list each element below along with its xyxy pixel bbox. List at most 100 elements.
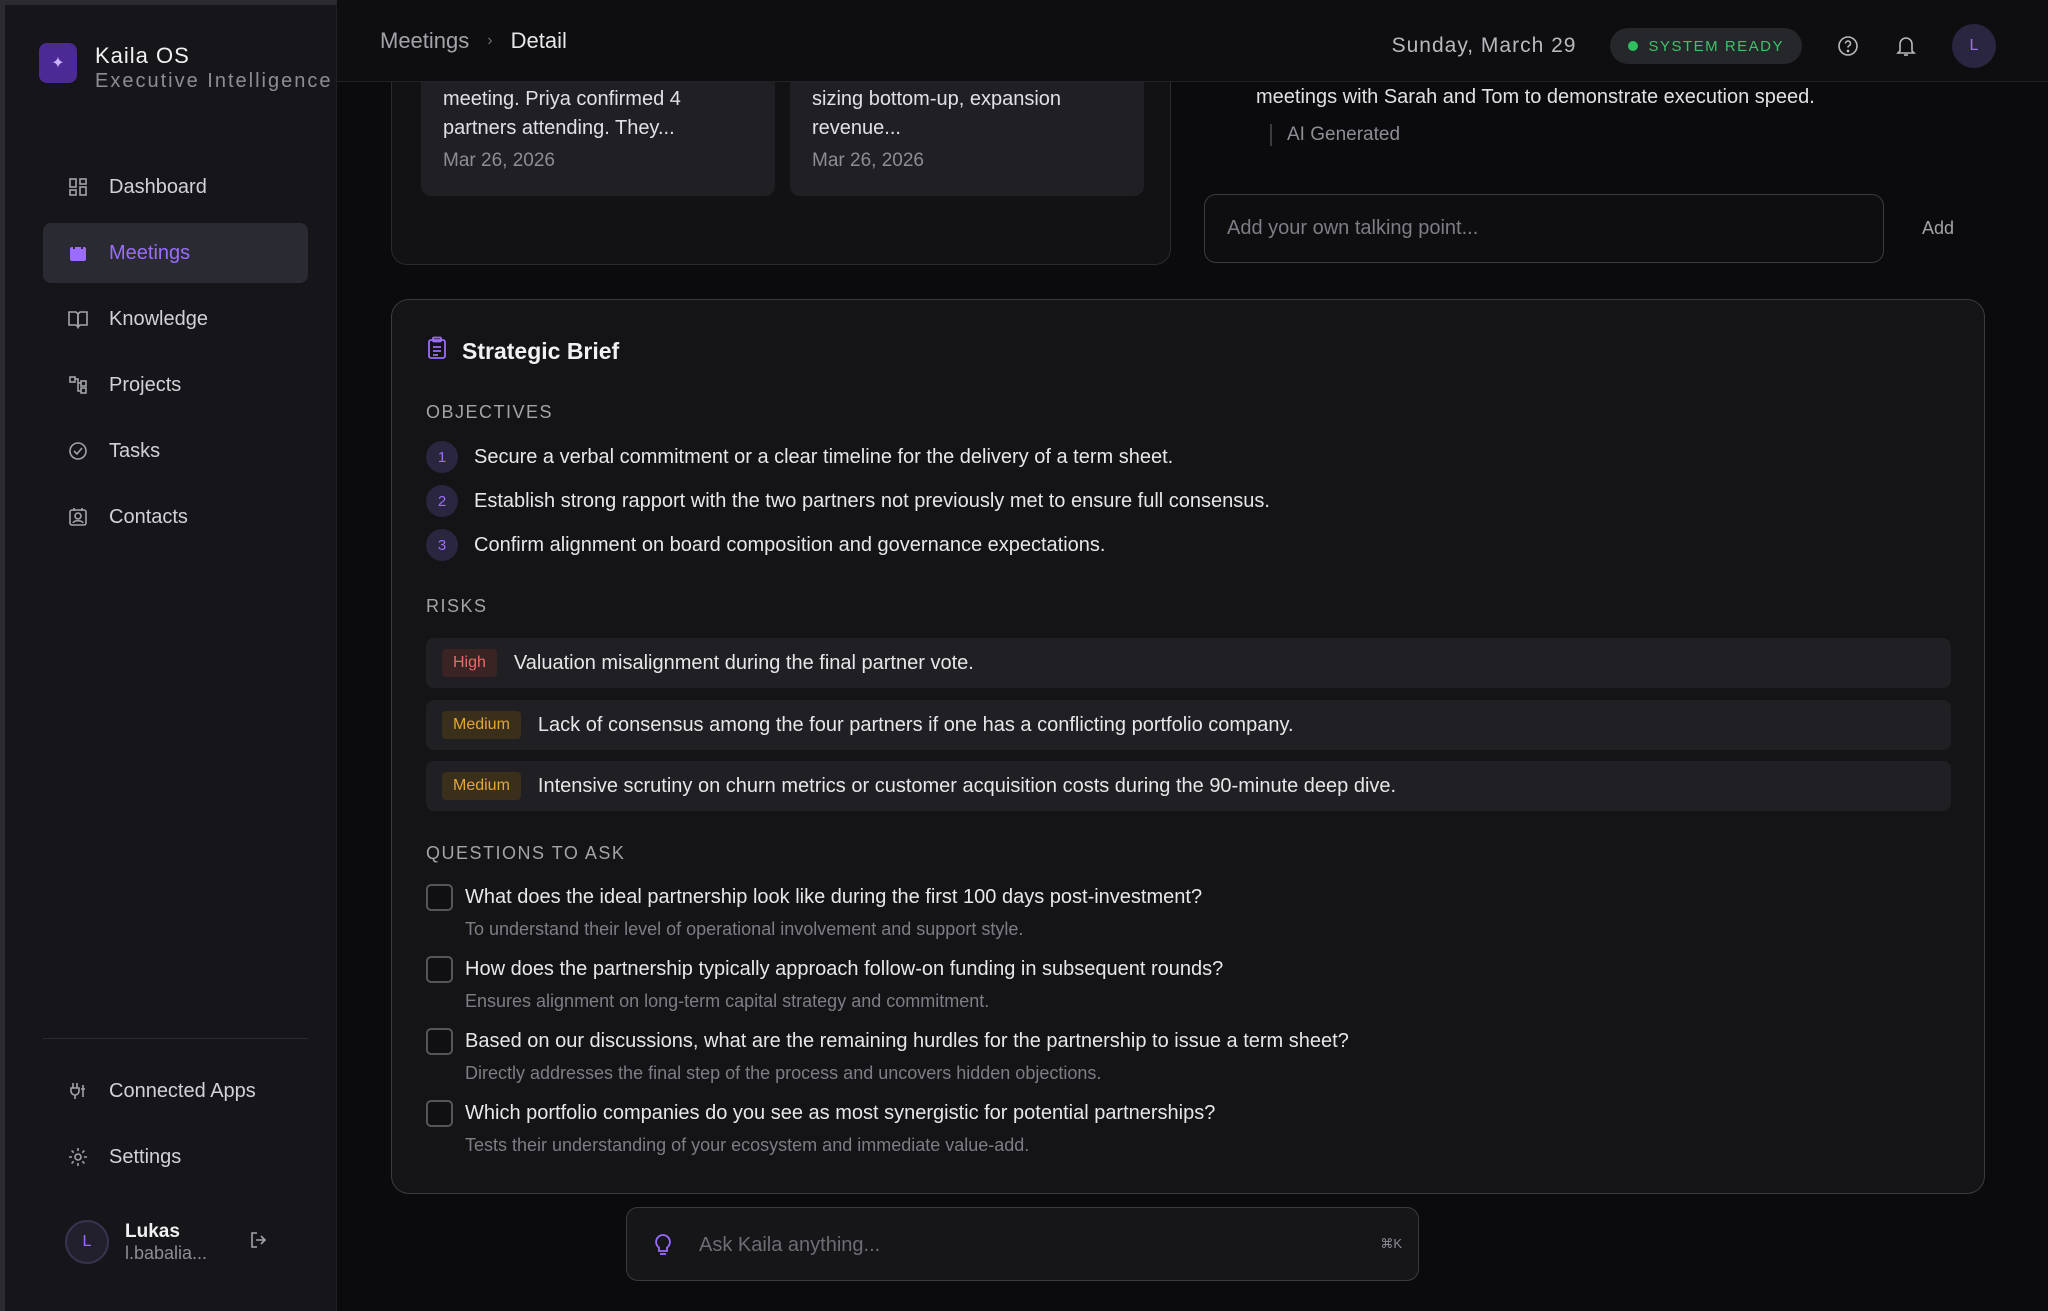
question-item: Based on our discussions, what are the r… (426, 1028, 1349, 1084)
status-dot-icon (1628, 41, 1639, 51)
sidebar-item-label: Projects (109, 373, 182, 396)
question-subtext: Tests their understanding of your ecosys… (465, 1135, 1030, 1155)
help-icon[interactable] (1836, 34, 1860, 58)
status-text: SYSTEM READY (1648, 37, 1784, 55)
sidebar: ✦ Kaila OS Executive Intelligence Dashbo… (0, 0, 337, 1311)
risk-item: Medium Intensive scrutiny on churn metri… (426, 761, 1951, 811)
question-checkbox[interactable] (426, 884, 453, 911)
question-subtext: Ensures alignment on long-term capital s… (465, 991, 990, 1011)
objective-item: 1 Secure a verbal commitment or a clear … (426, 441, 1173, 473)
sidebar-item-connected-apps[interactable]: Connected Apps (43, 1061, 308, 1121)
sidebar-item-label: Knowledge (109, 307, 208, 330)
lightbulb-icon (653, 1233, 673, 1262)
check-circle-icon (67, 440, 89, 462)
note-date: Mar 26, 2026 (443, 150, 555, 171)
question-item: How does the partnership typically appro… (426, 956, 1223, 1012)
risk-text: Valuation misalignment during the final … (513, 651, 974, 674)
objective-number: 1 (426, 441, 458, 473)
question-checkbox[interactable] (426, 1100, 453, 1127)
risk-text: Lack of consensus among the four partner… (537, 713, 1294, 736)
sidebar-item-tasks[interactable]: Tasks (43, 421, 308, 481)
question-checkbox[interactable] (426, 1028, 453, 1055)
book-icon (67, 308, 89, 330)
gear-icon (67, 1146, 89, 1168)
ai-generated-tag: AI Generated (1270, 124, 1400, 146)
brief-title: Strategic Brief (426, 336, 619, 366)
objective-item: 3 Confirm alignment on board composition… (426, 529, 1105, 561)
brand: ✦ Kaila OS Executive Intelligence (39, 43, 332, 94)
sidebar-item-label: Dashboard (109, 175, 207, 198)
user-profile[interactable]: L Lukas l.babalia... (65, 1220, 269, 1264)
risk-item: High Valuation misalignment during the f… (426, 638, 1951, 688)
objective-item: 2 Establish strong rapport with the two … (426, 485, 1270, 517)
note-date: Mar 26, 2026 (812, 150, 924, 171)
current-date: Sunday, March 29 (1391, 34, 1577, 57)
brief-title-text: Strategic Brief (462, 337, 620, 364)
question-text: Which portfolio companies do you see as … (465, 1102, 1216, 1124)
sidebar-item-knowledge[interactable]: Knowledge (43, 289, 308, 349)
question-text: What does the ideal partnership look lik… (465, 886, 1203, 908)
status-badge: SYSTEM READY (1610, 28, 1802, 64)
question-item: What does the ideal partnership look lik… (426, 884, 1202, 940)
objective-text: Secure a verbal commitment or a clear ti… (474, 445, 1174, 468)
sidebar-item-label: Meetings (109, 241, 191, 264)
add-talking-point-button[interactable]: Add (1922, 218, 1954, 239)
top-bar: Meetings › Detail Sunday, March 29 SYSTE… (337, 0, 2048, 82)
sidebar-item-label: Contacts (109, 505, 188, 528)
calendar-icon (67, 242, 89, 264)
sidebar-bottom-nav: Connected Apps Settings (43, 1061, 308, 1193)
sidebar-item-label: Connected Apps (109, 1079, 256, 1102)
risk-level-badge: High (442, 649, 497, 677)
shortcut-hint: ⌘K (1380, 1236, 1402, 1251)
talking-point-text: meetings with Sarah and Tom to demonstra… (1256, 86, 1815, 108)
sidebar-item-label: Settings (109, 1145, 182, 1168)
avatar[interactable]: L (1952, 24, 1996, 68)
contact-card-icon (67, 506, 89, 528)
sidebar-item-label: Tasks (109, 439, 161, 462)
questions-label: QUESTIONS TO ASK (426, 843, 626, 863)
question-checkbox[interactable] (426, 956, 453, 983)
question-text: Based on our discussions, what are the r… (465, 1030, 1349, 1052)
risk-level-badge: Medium (442, 772, 521, 800)
question-text: How does the partnership typically appro… (465, 958, 1224, 980)
talking-point-input[interactable] (1204, 194, 1884, 263)
objective-number: 3 (426, 529, 458, 561)
sidebar-item-meetings[interactable]: Meetings (43, 223, 308, 283)
user-email: l.babalia... (125, 1242, 208, 1263)
question-item: Which portfolio companies do you see as … (426, 1100, 1215, 1156)
question-subtext: Directly addresses the final step of the… (465, 1063, 1102, 1083)
plug-icon (67, 1080, 89, 1102)
risk-level-badge: Medium (442, 711, 521, 739)
brand-subtitle: Executive Intelligence (95, 70, 333, 92)
objective-text: Establish strong rapport with the two pa… (474, 489, 1270, 512)
dashboard-icon (67, 176, 89, 198)
chevron-right-icon: › (487, 32, 493, 49)
breadcrumb-detail: Detail (510, 28, 567, 53)
sidebar-item-projects[interactable]: Projects (43, 355, 308, 415)
sidebar-item-settings[interactable]: Settings (43, 1127, 308, 1187)
sidebar-item-dashboard[interactable]: Dashboard (43, 157, 308, 217)
objective-text: Confirm alignment on board composition a… (474, 533, 1106, 556)
risk-item: Medium Lack of consensus among the four … (426, 700, 1951, 750)
risk-text: Intensive scrutiny on churn metrics or c… (537, 774, 1397, 797)
avatar: L (65, 1220, 109, 1264)
objective-number: 2 (426, 485, 458, 517)
ask-kaila-bar: ⌘K (626, 1207, 1419, 1281)
sidebar-nav: Dashboard Meetings Knowledge Projects Ta… (43, 157, 308, 553)
sidebar-divider (43, 1038, 308, 1039)
bell-icon[interactable] (1894, 34, 1918, 58)
ask-kaila-input[interactable] (699, 1228, 1319, 1262)
user-name: Lukas (125, 1220, 180, 1242)
brand-name: Kaila OS (95, 43, 190, 68)
objectives-label: OBJECTIVES (426, 402, 554, 422)
logout-icon[interactable] (249, 1230, 269, 1255)
strategic-brief-card: Strategic Brief OBJECTIVES 1 Secure a ve… (391, 299, 1985, 1194)
breadcrumb: Meetings › Detail (380, 28, 567, 54)
clipboard-icon (426, 336, 448, 366)
sidebar-item-contacts[interactable]: Contacts (43, 487, 308, 547)
question-subtext: To understand their level of operational… (465, 919, 1024, 939)
projects-icon (67, 374, 89, 396)
breadcrumb-meetings[interactable]: Meetings (380, 28, 469, 54)
risks-label: RISKS (426, 596, 488, 616)
sparkle-icon: ✦ (39, 43, 77, 83)
